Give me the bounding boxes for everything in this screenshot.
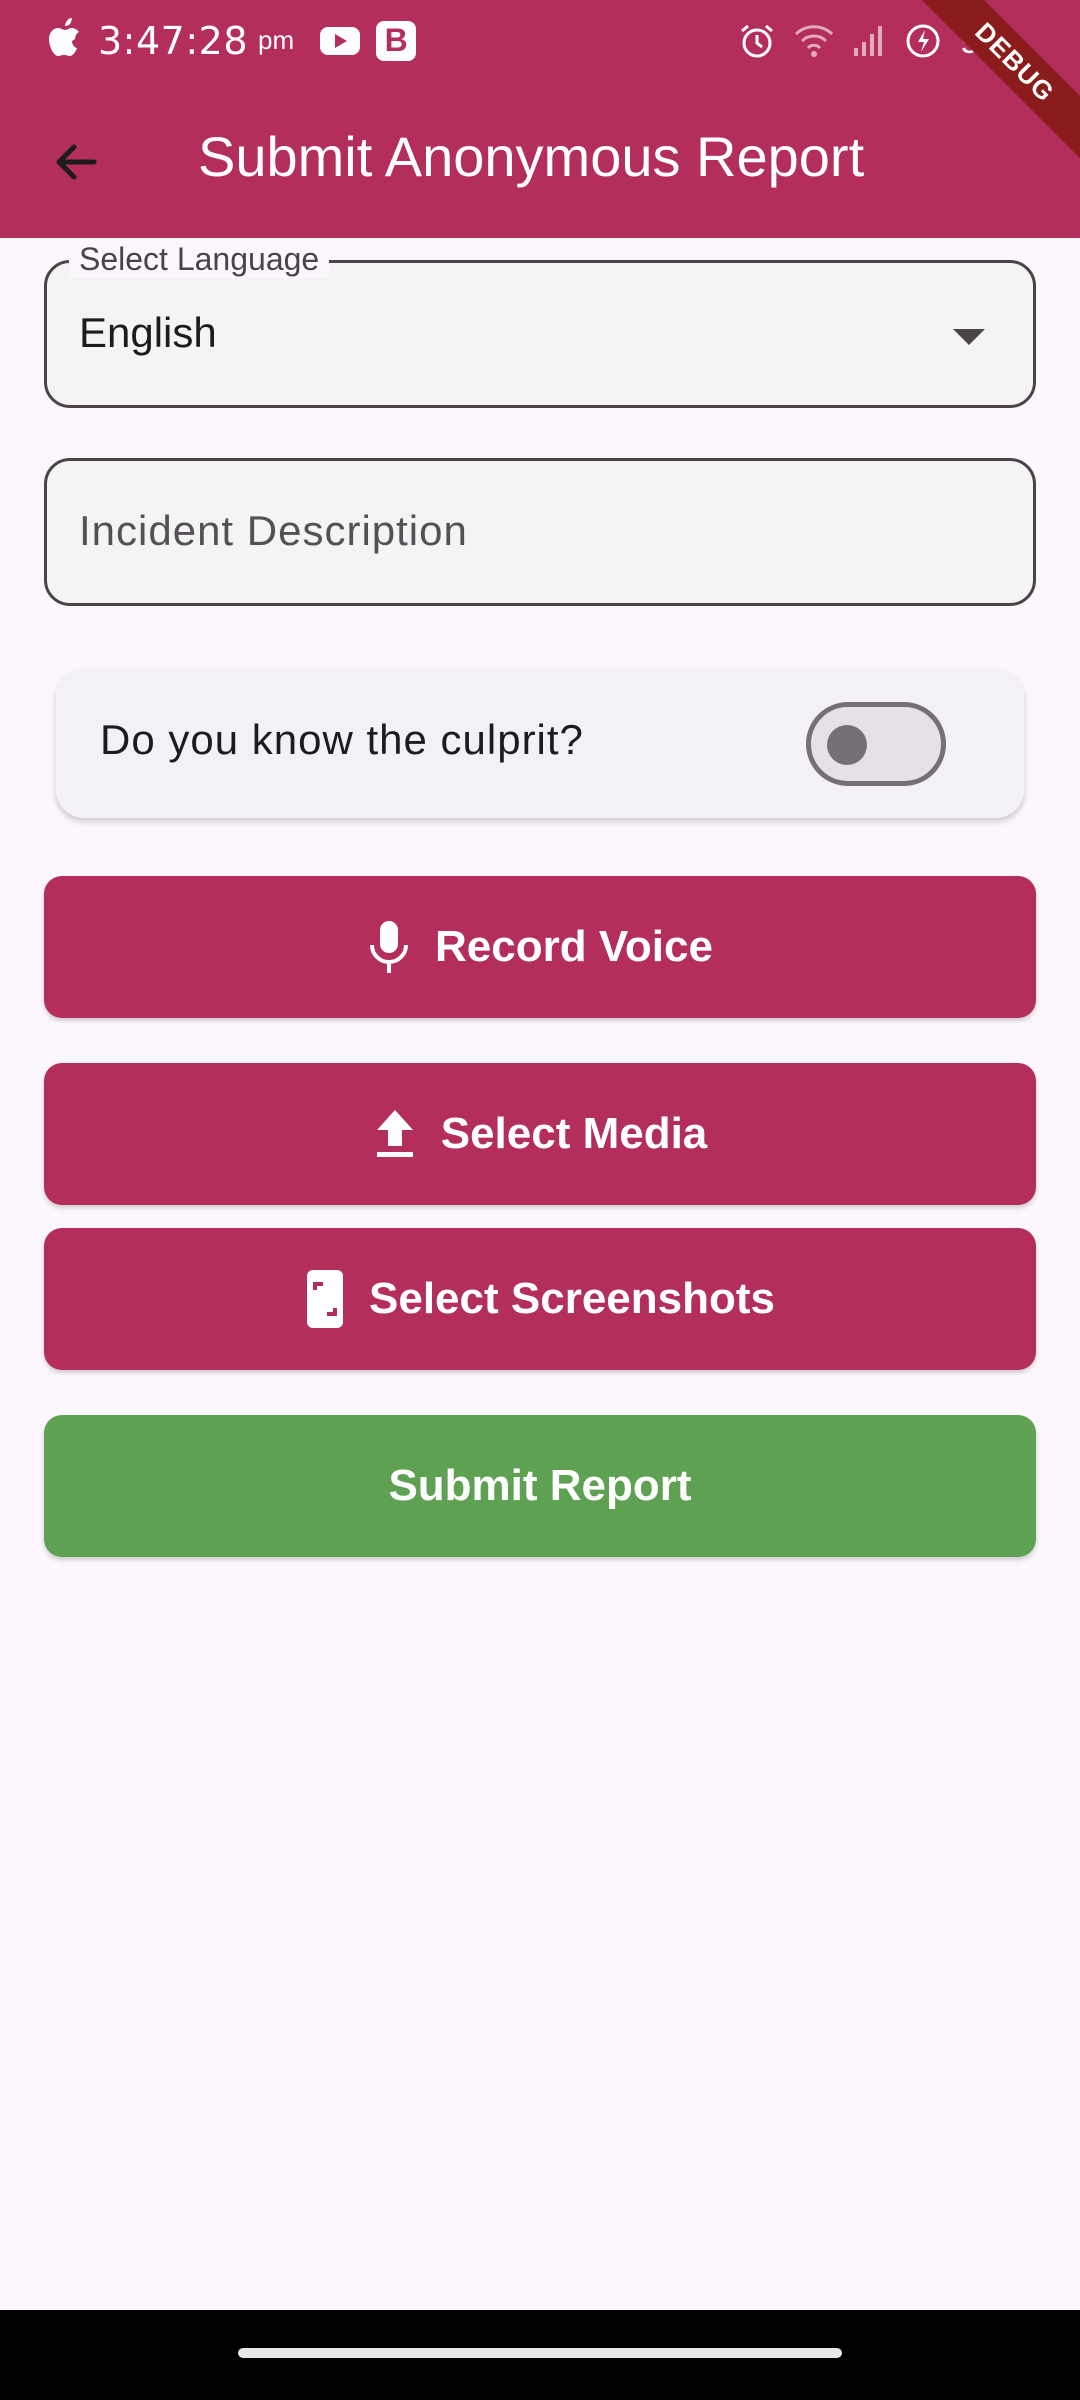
- alarm-icon: [738, 22, 776, 60]
- upload-icon: [376, 1110, 413, 1157]
- status-time: 3:47:28: [98, 18, 248, 63]
- culprit-card: Do you know the culprit?: [56, 668, 1024, 818]
- back-button[interactable]: [44, 130, 108, 194]
- submit-report-label: Submit Report: [388, 1461, 692, 1510]
- select-media-label: Select Media: [440, 1109, 708, 1158]
- screenshot-icon: [307, 1270, 344, 1328]
- culprit-label: Do you know the culprit?: [100, 716, 584, 763]
- apple-icon: [46, 18, 82, 63]
- record-voice-button[interactable]: Record Voice: [44, 876, 1036, 1018]
- select-screenshots-label: Select Screenshots: [369, 1274, 775, 1323]
- toggle-knob: [827, 725, 867, 765]
- language-dropdown[interactable]: Select Language English: [44, 241, 1036, 408]
- submit-report-button[interactable]: Submit Report: [44, 1415, 1036, 1557]
- battery-saver-icon: [904, 22, 942, 60]
- select-media-button[interactable]: Select Media: [44, 1063, 1036, 1205]
- culprit-toggle[interactable]: [806, 702, 946, 786]
- toolbar: Submit Anonymous Report: [0, 86, 1080, 238]
- youtube-icon: [320, 26, 361, 55]
- arrow-back-icon: [56, 144, 97, 180]
- system-navigation-bar: [0, 2310, 1080, 2400]
- mic-icon: [370, 921, 409, 973]
- home-indicator[interactable]: [238, 2348, 842, 2358]
- language-value: English: [79, 309, 217, 356]
- page-title: Submit Anonymous Report: [198, 125, 865, 188]
- incident-description-input[interactable]: Incident Description: [44, 458, 1036, 606]
- record-voice-label: Record Voice: [435, 922, 713, 971]
- dropdown-arrow-icon: [953, 329, 985, 345]
- language-label: Select Language: [69, 241, 330, 278]
- wifi-icon: [794, 24, 834, 58]
- incident-description-placeholder: Incident Description: [79, 507, 468, 554]
- app-bar: 3:47:28 pm B DEBUG Submit Anonymous Repo…: [0, 0, 1080, 238]
- signal-icon: [852, 24, 886, 58]
- status-bar: 3:47:28 pm B DEBUG: [0, 0, 1080, 166]
- select-screenshots-button[interactable]: Select Screenshots: [44, 1228, 1036, 1370]
- status-ampm: pm: [258, 25, 295, 55]
- b-icon: B: [376, 20, 417, 61]
